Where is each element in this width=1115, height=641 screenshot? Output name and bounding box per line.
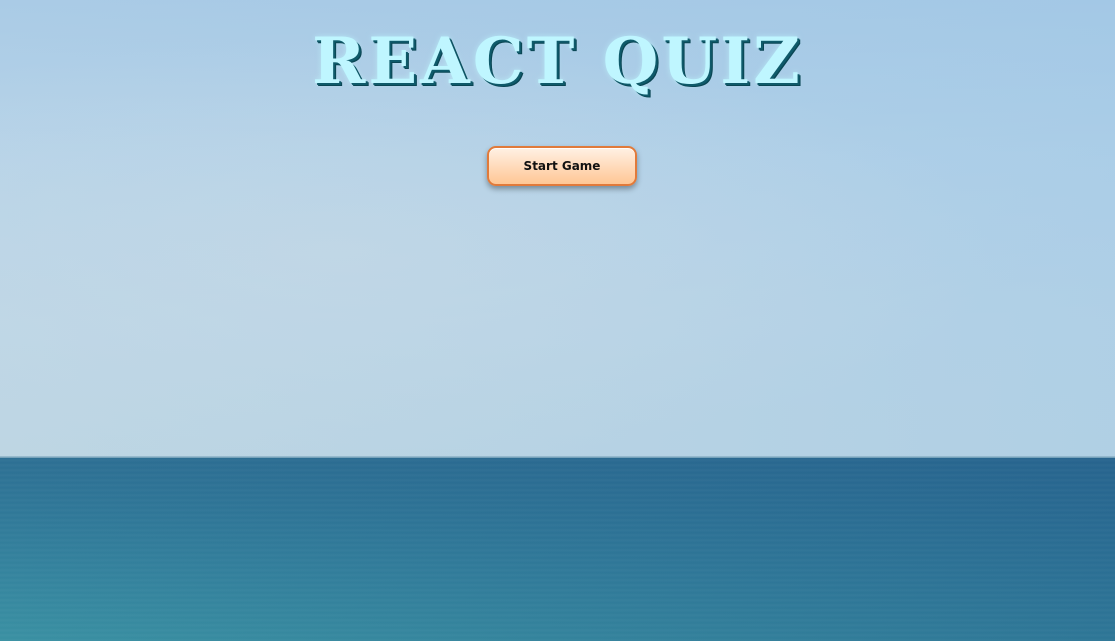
start-game-button[interactable]: Start Game	[487, 146, 637, 186]
sea-texture	[0, 458, 1115, 641]
page-title: REACT QUIZ	[312, 24, 803, 99]
